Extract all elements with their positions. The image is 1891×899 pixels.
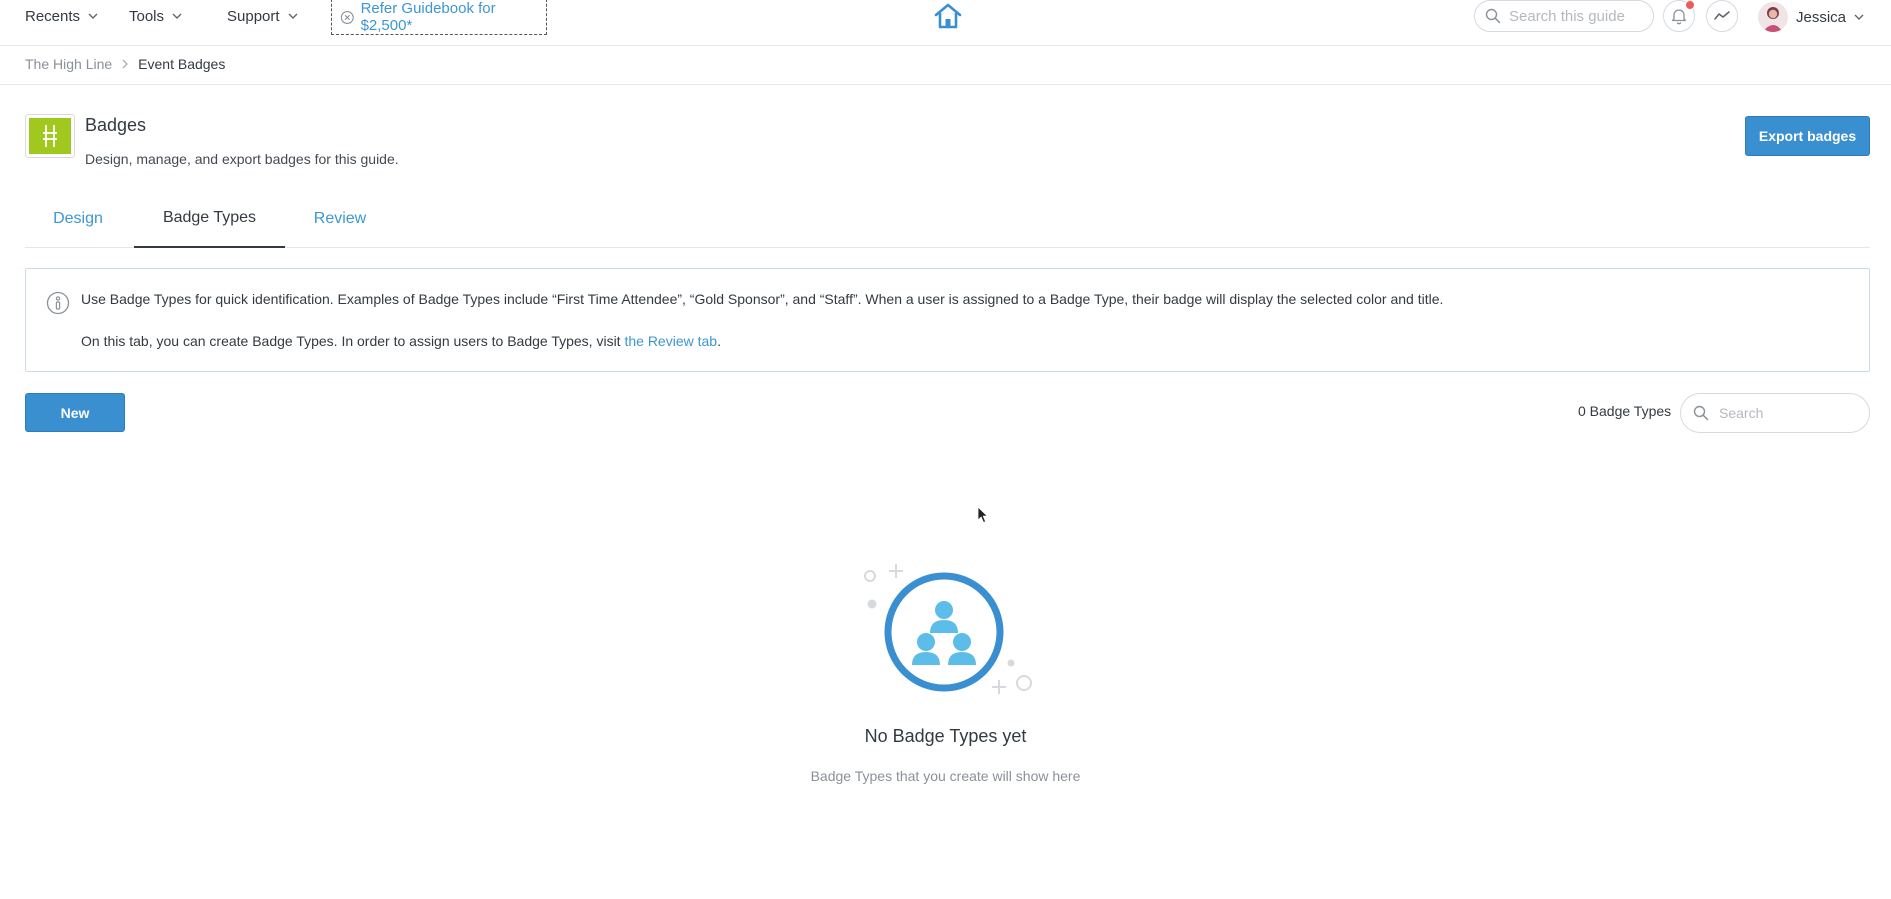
user-name: Jessica	[1796, 8, 1847, 26]
chevron-down-icon	[288, 13, 298, 19]
badge-type-search-field[interactable]	[1680, 393, 1870, 433]
badge-type-search-input[interactable]	[1719, 405, 1859, 421]
review-tab-link[interactable]: the Review tab	[624, 333, 717, 349]
export-badges-button[interactable]: Export badges	[1745, 116, 1870, 156]
close-circle-icon[interactable]	[340, 10, 355, 25]
breadcrumb-current: Event Badges	[138, 56, 226, 72]
tab-badge-types[interactable]: Badge Types	[134, 190, 285, 248]
info-icon	[46, 291, 70, 315]
user-menu[interactable]: Jessica	[1758, 0, 1864, 34]
info-banner: Use Badge Types for quick identification…	[25, 268, 1870, 372]
tab-review[interactable]: Review	[291, 190, 389, 248]
new-badge-type-button[interactable]: New	[25, 393, 125, 432]
support-label: Support	[227, 7, 280, 25]
chevron-down-icon	[88, 13, 98, 19]
badge-type-count: 0 Badge Types	[1578, 403, 1672, 419]
guide-search-input[interactable]	[1509, 7, 1639, 25]
chevron-down-icon	[1854, 14, 1864, 20]
info-text: Use Badge Types for quick identification…	[81, 291, 1444, 307]
divider	[0, 84, 1891, 85]
notification-badge	[1685, 0, 1695, 10]
top-navigation-bar: Recents Tools Support Refer Guidebook fo…	[0, 0, 1891, 46]
empty-state-subtitle: Badge Types that you create will show he…	[810, 768, 1081, 784]
refer-guidebook-link[interactable]: Refer Guidebook for $2,500*	[331, 0, 547, 35]
badges-logo	[25, 114, 75, 158]
chevron-right-icon	[122, 59, 129, 69]
mouse-cursor-icon	[977, 506, 989, 524]
empty-state-users-icon	[864, 564, 1032, 694]
tools-label: Tools	[129, 7, 165, 25]
info-text-secondary: On this tab, you can create Badge Types.…	[81, 333, 721, 349]
home-icon[interactable]	[933, 2, 963, 30]
chevron-down-icon	[172, 13, 182, 19]
avatar	[1758, 2, 1788, 32]
info-text-prefix: On this tab, you can create Badge Types.…	[81, 333, 625, 349]
search-icon	[1485, 8, 1501, 24]
tabs: Design Badge Types Review	[25, 190, 1870, 248]
info-text-suffix: .	[717, 333, 721, 349]
tab-design[interactable]: Design	[25, 190, 131, 248]
page-subtitle: Design, manage, and export badges for th…	[85, 151, 399, 167]
tools-menu[interactable]: Tools	[129, 0, 182, 32]
activity-graph-icon	[1714, 11, 1730, 20]
notifications-button[interactable]	[1663, 0, 1695, 32]
breadcrumb: The High Line Event Badges	[25, 56, 225, 72]
activity-button[interactable]	[1706, 0, 1738, 32]
recents-label: Recents	[25, 7, 81, 25]
page-title: Badges	[85, 115, 147, 135]
support-menu[interactable]: Support	[227, 0, 298, 32]
search-icon	[1693, 405, 1709, 421]
breadcrumb-parent-link[interactable]: The High Line	[25, 56, 112, 72]
guide-search-field[interactable]	[1474, 0, 1654, 32]
empty-state-title: No Badge Types yet	[864, 726, 1027, 746]
recents-menu[interactable]: Recents	[25, 0, 98, 32]
refer-label: Refer Guidebook for $2,500*	[360, 0, 496, 34]
bell-icon	[1671, 9, 1687, 25]
badge-logo-icon	[43, 125, 57, 147]
